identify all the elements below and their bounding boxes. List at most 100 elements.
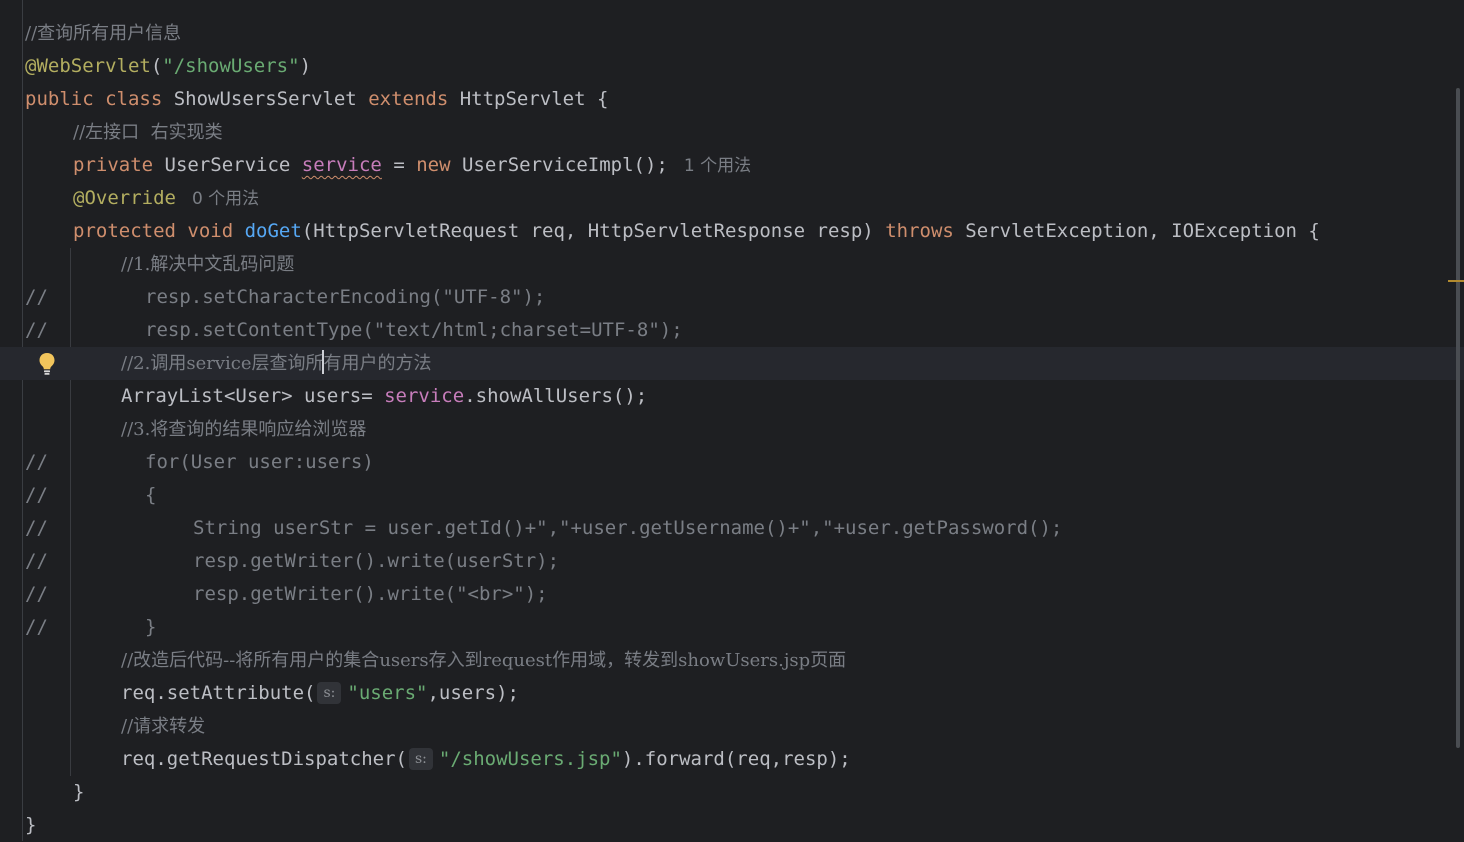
code-token: = xyxy=(381,154,417,176)
code-token: 2. xyxy=(133,353,151,374)
code-token: doGet xyxy=(244,220,302,242)
code-token: resp.setCharacterEncoding("UTF-8"); xyxy=(145,286,546,308)
code-text[interactable]: } xyxy=(25,809,36,842)
code-token: // xyxy=(25,23,38,44)
code-text[interactable]: protected void doGet(HttpServletRequest … xyxy=(73,215,1320,248)
code-line[interactable]: //请求转发 xyxy=(0,710,1464,743)
code-token: resp.getWriter().write(userStr); xyxy=(193,550,560,572)
line-comment-prefix: // xyxy=(25,550,48,572)
code-line[interactable]: // resp.setContentType("text/html;charset… xyxy=(0,314,1464,347)
code-text[interactable]: String userStr = user.getId()+","+user.g… xyxy=(193,512,1062,545)
code-line[interactable]: //2.调用service层查询所有用户的方法 xyxy=(0,347,1464,380)
code-token: 有用户的方法 xyxy=(323,353,432,374)
code-text[interactable]: ArrayList<User> users= service.showAllUs… xyxy=(121,380,647,413)
code-token: private xyxy=(73,154,165,176)
line-comment-prefix: // xyxy=(25,451,48,473)
parameter-hint: s: xyxy=(317,682,342,704)
code-text[interactable]: //左接口 右实现类 xyxy=(73,116,223,149)
code-text[interactable]: resp.setContentType("text/html;charset=U… xyxy=(145,314,683,347)
line-comment-prefix: // xyxy=(25,583,48,605)
code-token: req.setAttribute( xyxy=(121,682,316,704)
code-line[interactable]: // resp.getWriter().write(userStr); xyxy=(0,545,1464,578)
code-text[interactable]: public class ShowUsersServlet extends Ht… xyxy=(25,83,608,116)
code-text[interactable]: //3.将查询的结果响应给浏览器 xyxy=(121,413,366,446)
code-line[interactable]: private UserService service = new UserSe… xyxy=(0,149,1464,182)
code-token: HttpServlet { xyxy=(459,88,609,110)
code-line[interactable]: req.getRequestDispatcher(s: "/showUsers.j… xyxy=(0,743,1464,776)
code-line[interactable]: //查询所有用户信息 xyxy=(0,17,1464,50)
code-text[interactable]: req.setAttribute(s: "users",users); xyxy=(121,677,519,710)
code-text[interactable]: //改造后代码--将所有用户的集合users存入到request作用域，转发到s… xyxy=(121,644,846,677)
code-line[interactable]: //} xyxy=(0,611,1464,644)
code-token: for(User user:users) xyxy=(145,451,374,473)
code-token: 3. xyxy=(133,419,151,440)
code-line[interactable]: // String userStr = user.getId()+","+user… xyxy=(0,512,1464,545)
code-token: 查询所有用户信息 xyxy=(37,23,182,44)
code-token: ).forward(req,resp); xyxy=(621,748,851,770)
code-text[interactable]: for(User user:users) xyxy=(145,446,374,479)
warning-marker[interactable] xyxy=(1448,280,1464,282)
code-line[interactable]: } xyxy=(0,776,1464,809)
code-token: new xyxy=(416,154,462,176)
code-token: 层查询所 xyxy=(251,353,324,374)
code-token: resp.setContentType("text/html;charset=U… xyxy=(145,319,683,341)
code-line[interactable]: // resp.getWriter().write("<br>"); xyxy=(0,578,1464,611)
code-line[interactable]: @Override 0 个用法 xyxy=(0,182,1464,215)
code-token: @WebServlet xyxy=(25,55,151,77)
code-token: service xyxy=(384,385,465,407)
code-token: 请求转发 xyxy=(133,716,206,737)
code-text[interactable]: resp.setCharacterEncoding("UTF-8"); xyxy=(145,281,545,314)
code-line[interactable]: //改造后代码--将所有用户的集合users存入到request作用域，转发到s… xyxy=(0,644,1464,677)
parameter-hint: s: xyxy=(408,748,433,770)
code-text[interactable]: private UserService service = new UserSe… xyxy=(73,149,751,183)
code-line[interactable]: req.setAttribute(s: "users",users); xyxy=(0,677,1464,710)
code-token: service xyxy=(301,154,382,176)
code-line[interactable]: // resp.setCharacterEncoding("UTF-8"); xyxy=(0,281,1464,314)
code-line[interactable]: // { xyxy=(0,479,1464,512)
code-token: // xyxy=(73,122,86,143)
code-text[interactable]: resp.getWriter().write("<br>"); xyxy=(193,578,548,611)
lightbulb-icon[interactable] xyxy=(38,352,56,376)
code-token: UserServiceImpl(); xyxy=(461,154,668,176)
code-token: service xyxy=(186,353,252,374)
code-token: } xyxy=(145,616,157,638)
code-token: ) xyxy=(299,55,312,77)
code-token: ,users); xyxy=(427,682,519,704)
code-editor[interactable]: //查询所有用户信息 @WebServlet("/showUsers") publi… xyxy=(0,0,1464,841)
code-line[interactable]: public class ShowUsersServlet extends Ht… xyxy=(0,83,1464,116)
code-line[interactable]: //3.将查询的结果响应给浏览器 xyxy=(0,413,1464,446)
code-text[interactable]: } xyxy=(73,776,84,809)
code-line[interactable]: @WebServlet("/showUsers") xyxy=(0,50,1464,83)
code-line[interactable]: //左接口 右实现类 xyxy=(0,116,1464,149)
code-token: UserService xyxy=(164,154,302,176)
code-token: { xyxy=(145,484,157,506)
scrollbar-thumb[interactable] xyxy=(1456,88,1460,748)
code-line[interactable]: //1.解决中文乱码问题 xyxy=(0,248,1464,281)
code-line[interactable]: // for(User user:users) xyxy=(0,446,1464,479)
code-text[interactable]: { xyxy=(145,479,156,512)
code-token: 作用域，转发到 xyxy=(552,650,679,671)
usage-hint[interactable]: 1 个用法 xyxy=(684,156,751,176)
code-token: protected void xyxy=(73,220,245,242)
code-line[interactable]: ArrayList<User> users= service.showAllUs… xyxy=(0,380,1464,413)
code-token: users xyxy=(379,650,429,671)
code-token: showUsers.jsp xyxy=(678,650,811,671)
code-line[interactable]: } xyxy=(0,809,1464,842)
line-comment-prefix: // xyxy=(25,286,48,308)
code-token: 存入到 xyxy=(428,650,483,671)
code-token: ( xyxy=(150,55,163,77)
usage-hint[interactable]: 0 个用法 xyxy=(192,189,259,209)
code-text[interactable]: req.getRequestDispatcher(s: "/showUsers.j… xyxy=(121,743,851,776)
code-text[interactable]: //1.解决中文乱码问题 xyxy=(121,248,294,281)
line-comment-prefix: // xyxy=(25,616,48,638)
code-text[interactable]: //查询所有用户信息 xyxy=(25,17,181,50)
code-text[interactable]: //请求转发 xyxy=(121,710,205,743)
code-token: } xyxy=(73,781,85,803)
code-text[interactable]: @WebServlet("/showUsers") xyxy=(25,50,311,83)
code-text[interactable]: } xyxy=(145,611,156,644)
code-text[interactable]: resp.getWriter().write(userStr); xyxy=(193,545,559,578)
code-line[interactable]: protected void doGet(HttpServletRequest … xyxy=(0,215,1464,248)
code-token: @Override xyxy=(73,187,176,209)
code-text[interactable]: //2.调用service层查询所有用户的方法 xyxy=(121,347,431,380)
code-text[interactable]: @Override 0 个用法 xyxy=(73,182,259,216)
